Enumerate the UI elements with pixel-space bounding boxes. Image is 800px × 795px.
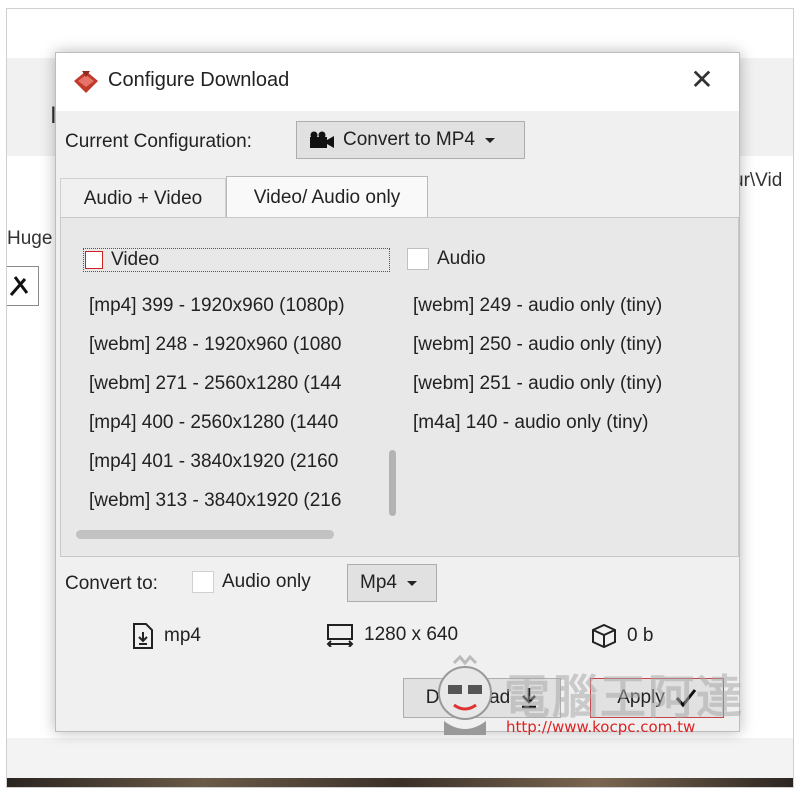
video-camera-icon (310, 131, 334, 148)
tab-audio-video[interactable]: Audio + Video (60, 178, 226, 218)
dialog-titlebar: Configure Download ✕ (56, 53, 739, 111)
output-extension: mp4 (164, 625, 201, 646)
close-button[interactable]: ✕ (687, 65, 717, 95)
video-format-item[interactable]: [webm] 313 - 3840x1920 (216 (89, 481, 373, 520)
output-resolution: 1280 x 640 (364, 624, 459, 645)
download-arrow-icon (522, 688, 537, 709)
configuration-dropdown[interactable]: Convert to MP4 (296, 121, 525, 159)
audio-only-option[interactable]: Audio only (192, 571, 311, 593)
background-image-strip (7, 778, 793, 787)
app-logo-icon (74, 71, 98, 93)
audio-checkbox[interactable] (407, 248, 429, 270)
video-label: Video (111, 249, 160, 270)
download-button-label: Download (425, 687, 511, 708)
output-size: 0 b (627, 625, 654, 646)
video-format-item[interactable]: [mp4] 400 - 2560x1280 (1440 (89, 403, 373, 442)
dialog-title: Configure Download (108, 69, 290, 91)
background-path-fragment: ur\Vid (733, 170, 783, 191)
audio-label: Audio (437, 248, 486, 269)
file-download-icon (133, 623, 153, 649)
video-format-item[interactable]: [webm] 271 - 2560x1280 (144 (89, 364, 373, 403)
configuration-value: Convert to MP4 (343, 129, 475, 150)
output-resolution-info: 1280 x 640 (326, 623, 458, 647)
background-tools-button[interactable] (7, 266, 39, 306)
wrench-icon (9, 276, 29, 296)
apply-button-label: Apply (617, 687, 665, 708)
audio-format-item[interactable]: [webm] 250 - audio only (tiny) (413, 325, 733, 364)
audio-checkbox-row[interactable]: Audio (407, 248, 486, 270)
tab-video-audio-only[interactable]: Video/ Audio only (226, 176, 428, 218)
video-format-item[interactable]: [mp4] 399 - 1920x960 (1080p) (89, 286, 373, 325)
video-format-item[interactable]: [mp4] 401 - 3840x1920 (2160 (89, 442, 373, 481)
audio-format-item[interactable]: [webm] 249 - audio only (tiny) (413, 286, 733, 325)
video-checkbox[interactable] (85, 251, 103, 269)
audio-format-item[interactable]: [webm] 251 - audio only (tiny) (413, 364, 733, 403)
chevron-down-icon (406, 580, 417, 586)
video-format-list[interactable]: [mp4] 399 - 1920x960 (1080p) [webm] 248 … (89, 286, 373, 526)
audio-format-item[interactable]: [m4a] 140 - audio only (tiny) (413, 403, 733, 442)
background-label-fragment: Huge (7, 228, 53, 249)
close-icon: ✕ (690, 64, 714, 95)
audio-only-label: Audio only (222, 571, 311, 592)
audio-format-list[interactable]: [webm] 249 - audio only (tiny) [webm] 25… (413, 286, 733, 442)
convert-format-dropdown[interactable]: Mp4 (347, 564, 437, 602)
video-format-item[interactable]: [webm] 248 - 1920x960 (1080 (89, 325, 373, 364)
format-selection-panel: Video Audio [mp4] 399 - 1920x960 (1080p)… (60, 217, 739, 557)
chevron-down-icon (485, 137, 495, 143)
package-box-icon (592, 623, 616, 649)
configure-download-dialog: Configure Download ✕ Current Configurati… (55, 52, 740, 732)
convert-to-label: Convert to: (65, 573, 158, 594)
audio-only-checkbox[interactable] (192, 571, 214, 593)
output-extension-info: mp4 (132, 623, 201, 649)
download-button[interactable]: Download (403, 678, 561, 718)
convert-format-value: Mp4 (360, 572, 397, 593)
current-configuration-label: Current Configuration: (65, 131, 252, 152)
checkmark-icon (675, 689, 696, 708)
resolution-icon (326, 624, 354, 647)
output-size-info: 0 b (591, 623, 653, 649)
video-list-vertical-scrollbar[interactable] (389, 450, 396, 516)
video-checkbox-row[interactable]: Video (83, 248, 390, 272)
background-footer (7, 738, 793, 778)
apply-button[interactable]: Apply (590, 678, 724, 718)
video-list-horizontal-scrollbar[interactable] (76, 530, 334, 539)
